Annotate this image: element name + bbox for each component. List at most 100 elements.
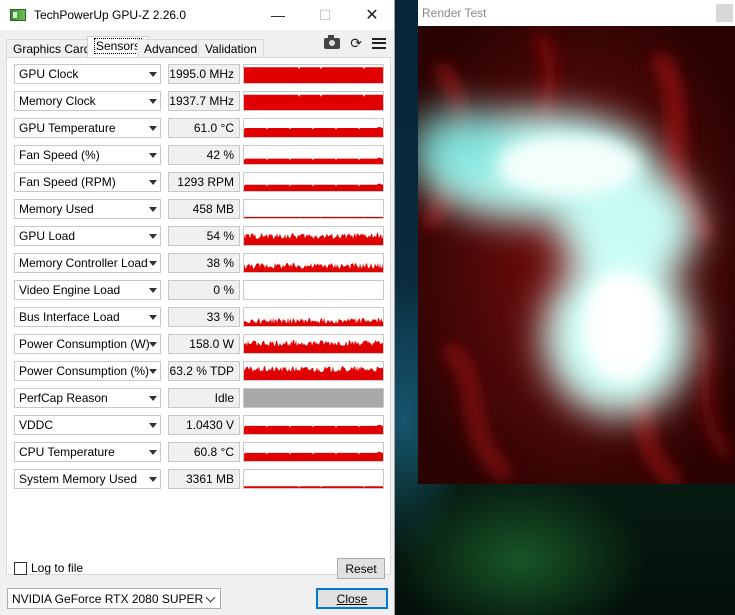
sensor-value: 458 MB — [168, 199, 240, 219]
sensor-label: System Memory Used — [19, 472, 138, 486]
sensor-graph-area — [244, 183, 383, 191]
sensor-graph-plot — [244, 366, 383, 380]
sensor-value: 158.0 W — [168, 334, 240, 354]
gpu-select-dropdown[interactable]: NVIDIA GeForce RTX 2080 SUPER — [7, 588, 221, 609]
sensor-select[interactable]: CPU Temperature — [14, 442, 161, 462]
sensor-label: Fan Speed (%) — [19, 148, 100, 162]
sensor-row: PerfCap Reason Idle — [14, 388, 384, 408]
sensor-label: Fan Speed (RPM) — [19, 175, 116, 189]
sensor-graph-plot — [244, 157, 383, 164]
window-title: TechPowerUp GPU-Z 2.26.0 — [34, 8, 187, 22]
render-test-canvas — [418, 26, 735, 484]
camera-icon[interactable] — [324, 34, 341, 49]
sensors-panel: GPU Clock 1995.0 MHz Memory Clock 1937.7 MH… — [6, 57, 391, 575]
menu-icon[interactable] — [372, 37, 386, 49]
sensor-graph-area — [244, 317, 383, 326]
tab-graphics-card[interactable]: Graphics Card — [6, 39, 98, 58]
render-test-close-button[interactable] — [716, 4, 733, 22]
minimize-button[interactable]: — — [255, 0, 301, 30]
dropdown-arrow-icon — [149, 423, 157, 428]
close-button[interactable]: Close — [316, 588, 388, 609]
tab-validation[interactable]: Validation — [198, 39, 264, 58]
sensor-label: Memory Clock — [19, 94, 96, 108]
sensor-select[interactable]: Memory Clock — [14, 91, 161, 111]
sensor-select[interactable]: Video Engine Load — [14, 280, 161, 300]
maximize-button: ☐ — [302, 0, 348, 30]
sensor-select[interactable]: Power Consumption (W) — [14, 334, 161, 354]
sensor-label: Power Consumption (%) — [19, 364, 150, 378]
refresh-icon[interactable]: ⟳ — [350, 36, 362, 50]
sensor-value: 1.0430 V — [168, 415, 240, 435]
sensor-value: 33 % — [168, 307, 240, 327]
sensor-graph-area — [244, 67, 383, 83]
dropdown-arrow-icon — [149, 477, 157, 482]
sensor-select[interactable]: System Memory Used — [14, 469, 161, 489]
sensor-graph-area — [244, 452, 383, 461]
title-bar[interactable]: TechPowerUp GPU-Z 2.26.0 — ☐ ✕ — [0, 0, 394, 30]
dropdown-arrow-icon — [149, 72, 157, 77]
sensor-select[interactable]: Power Consumption (%) — [14, 361, 161, 381]
sensor-row: VDDC 1.0430 V — [14, 415, 384, 435]
sensor-graph-area — [244, 232, 383, 245]
sensor-select[interactable]: Fan Speed (RPM) — [14, 172, 161, 192]
sensor-value: 63.2 % TDP — [168, 361, 240, 381]
sensor-select[interactable]: Memory Controller Load — [14, 253, 161, 273]
sensor-graph — [243, 145, 384, 165]
sensor-graph — [243, 91, 384, 111]
sensor-graph-plot — [244, 183, 383, 191]
sensor-select[interactable]: Fan Speed (%) — [14, 145, 161, 165]
render-test-title: Render Test — [418, 0, 735, 26]
dropdown-arrow-icon — [149, 207, 157, 212]
dropdown-arrow-icon — [149, 261, 157, 266]
sensor-select[interactable]: Memory Used — [14, 199, 161, 219]
sensor-graph — [243, 118, 384, 138]
sensor-graph-plot — [244, 232, 383, 245]
sensor-graph-area — [244, 216, 383, 218]
sensor-select[interactable]: VDDC — [14, 415, 161, 435]
sensor-label: GPU Load — [19, 229, 76, 243]
sensor-graph-area — [244, 425, 383, 434]
close-button-label: Close — [336, 592, 368, 606]
tab-advanced[interactable]: Advanced — [137, 39, 205, 58]
dropdown-arrow-icon — [149, 396, 157, 401]
sensor-row: CPU Temperature 60.8 °C — [14, 442, 384, 462]
sensor-graph — [243, 361, 384, 381]
sensor-value: 1937.7 MHz — [168, 91, 240, 111]
dropdown-arrow-icon — [149, 342, 157, 347]
render-test-window: Render Test — [418, 0, 735, 484]
sensor-value: 1293 RPM — [168, 172, 240, 192]
close-window-button[interactable]: ✕ — [349, 0, 395, 30]
sensor-graph-plot — [244, 340, 383, 353]
sensor-row: Memory Clock 1937.7 MHz — [14, 91, 384, 111]
toolbar-icons: ⟳ — [324, 34, 386, 52]
dropdown-arrow-icon — [149, 153, 157, 158]
sensor-row: System Memory Used 3361 MB — [14, 469, 384, 489]
sensor-graph — [243, 199, 384, 219]
sensor-graph — [243, 64, 384, 84]
sensor-value: 38 % — [168, 253, 240, 273]
sensor-graph-plot — [244, 425, 383, 434]
sensor-graph-area — [244, 340, 383, 353]
reset-button[interactable]: Reset — [337, 558, 385, 579]
dropdown-arrow-icon — [149, 315, 157, 320]
sensor-graph — [243, 415, 384, 435]
sensor-select[interactable]: Bus Interface Load — [14, 307, 161, 327]
sensor-value: 0 % — [168, 280, 240, 300]
sensor-graph-plot — [244, 281, 383, 299]
sensor-graph-area — [244, 486, 383, 488]
sensor-graph — [243, 172, 384, 192]
sensor-row: Power Consumption (%) 63.2 % TDP — [14, 361, 384, 381]
sensor-graph-plot — [244, 127, 383, 137]
sensor-select[interactable]: GPU Clock — [14, 64, 161, 84]
sensor-select[interactable]: GPU Load — [14, 226, 161, 246]
sensor-select[interactable]: GPU Temperature — [14, 118, 161, 138]
render-test-graphic — [418, 26, 735, 484]
sensor-row: Memory Controller Load 38 % — [14, 253, 384, 273]
close-icon: ✕ — [365, 7, 379, 24]
sensor-graph-plot — [244, 216, 383, 218]
sensor-select[interactable]: PerfCap Reason — [14, 388, 161, 408]
sensor-graph-plot — [244, 262, 383, 272]
log-to-file-checkbox[interactable] — [14, 561, 27, 575]
sensor-label: GPU Temperature — [19, 121, 116, 135]
log-to-file-control[interactable]: Log to file — [14, 561, 83, 575]
